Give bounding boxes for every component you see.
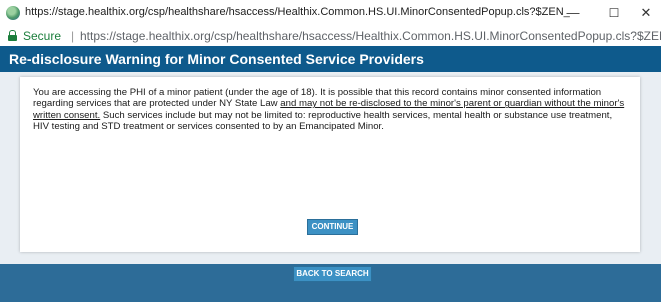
address-url[interactable]: https://stage.healthix.org/csp/healthsha… (80, 29, 661, 43)
dialog-header: Re-disclosure Warning for Minor Consente… (0, 46, 661, 72)
address-separator: | (71, 29, 75, 43)
maximize-button[interactable]: ☐ (604, 3, 624, 23)
address-bar[interactable]: Secure | https://stage.healthix.org/csp/… (0, 26, 661, 46)
globe-icon (6, 6, 20, 20)
window-title-url: https://stage.healthix.org/csp/healthsha… (25, 6, 570, 18)
secure-label: Secure (23, 29, 62, 43)
continue-button[interactable]: CONTINUE (307, 219, 358, 235)
minimize-button[interactable]: — (563, 3, 583, 23)
back-to-search-button[interactable]: BACK TO SEARCH (293, 266, 372, 282)
lock-icon (8, 30, 17, 41)
dialog-title: Re-disclosure Warning for Minor Consente… (9, 51, 424, 67)
disclosure-message: You are accessing the PHI of a minor pat… (33, 87, 629, 132)
close-button[interactable]: ✕ (636, 3, 656, 23)
browser-title-bar: https://stage.healthix.org/csp/healthsha… (0, 0, 661, 27)
message-text-part2: Such services include but may not be lim… (33, 109, 613, 132)
